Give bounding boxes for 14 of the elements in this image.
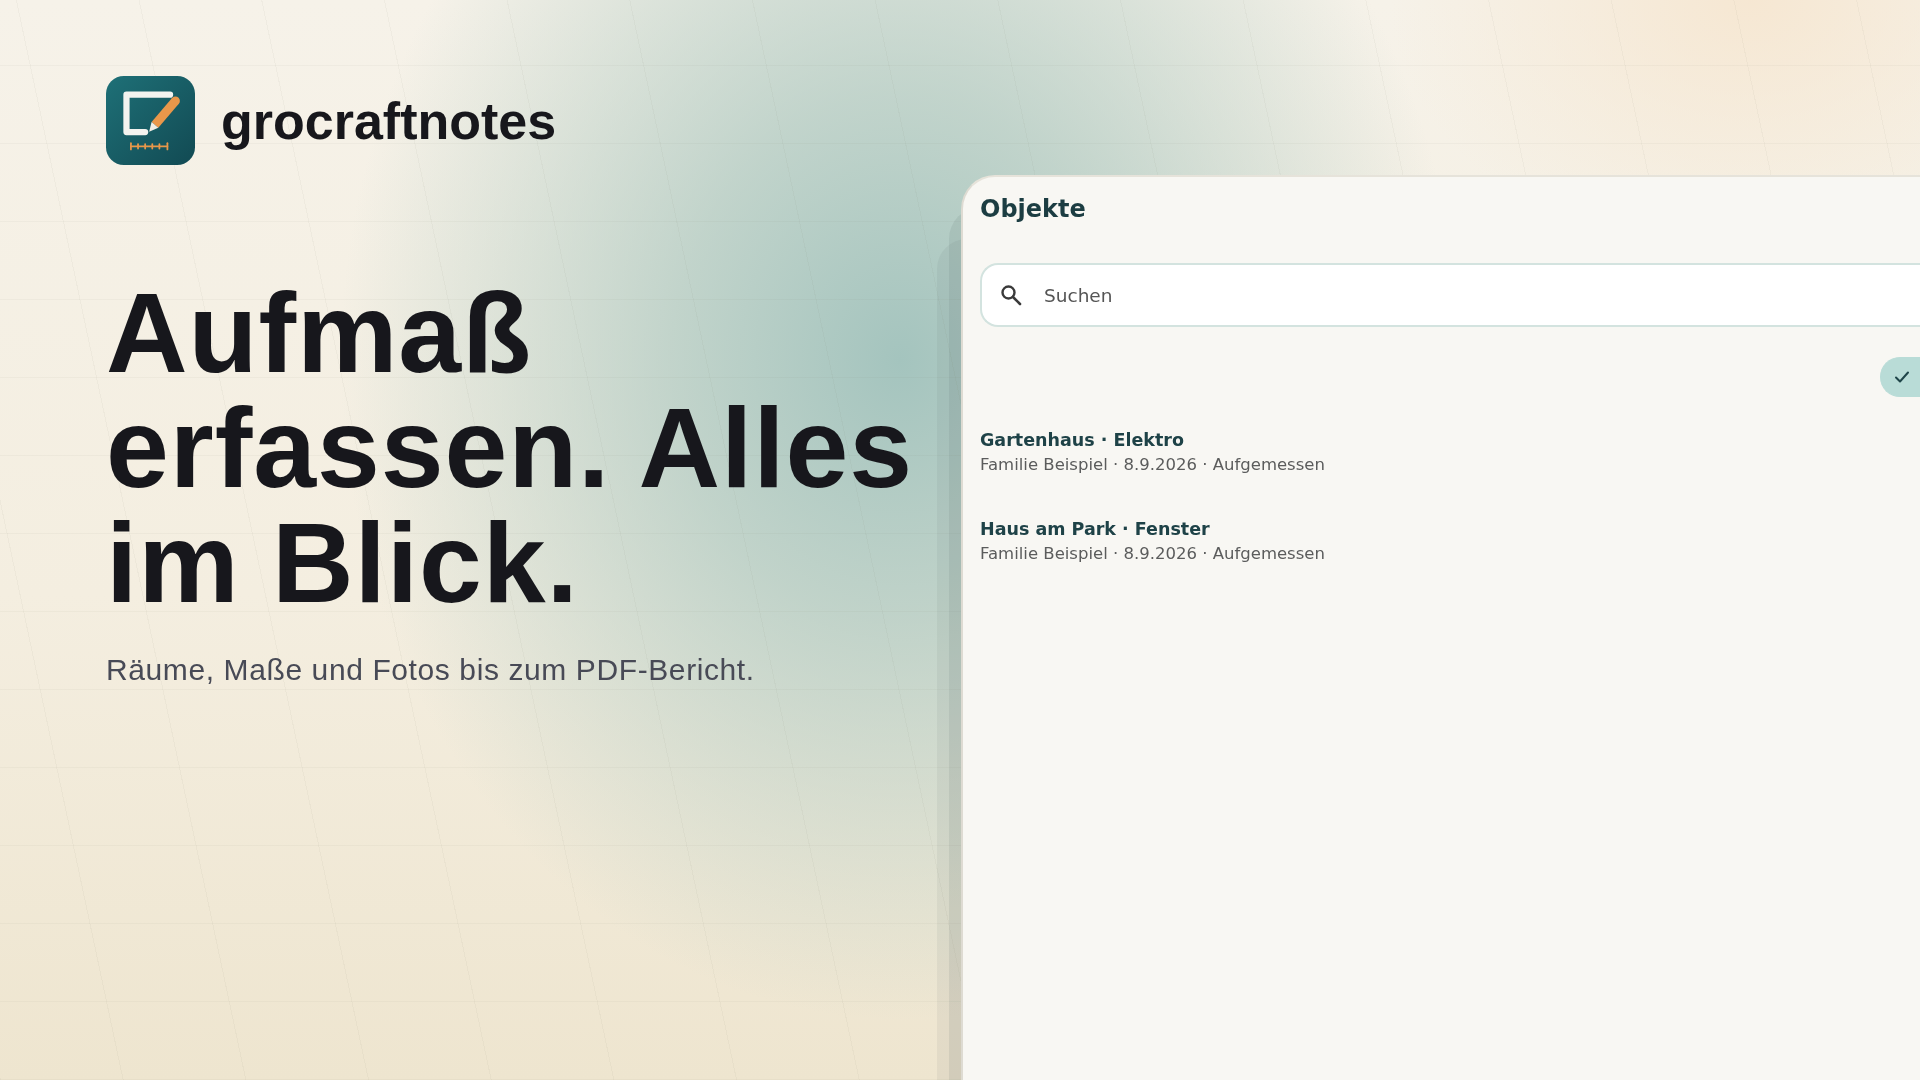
item-details: Familie Beispiel · 8.9.2026 · Aufgemessen bbox=[980, 543, 1325, 565]
app-logo-icon bbox=[106, 76, 195, 165]
item-details: Familie Beispiel · 8.9.2026 · Aufgemessen bbox=[980, 454, 1325, 476]
screen-title: Objekte bbox=[980, 194, 1086, 225]
item-title: Gartenhaus · Elektro bbox=[980, 429, 1185, 452]
brand-name: grocraftnotes bbox=[221, 90, 557, 152]
search-field[interactable]: Suchen bbox=[980, 263, 1920, 327]
hero-subtitle: Räume, Maße und Fotos bis zum PDF-Bericht. bbox=[106, 652, 756, 688]
filter-chip[interactable] bbox=[1880, 357, 1920, 397]
search-icon bbox=[999, 283, 1023, 307]
list-item[interactable]: Haus am Park · Fenster Familie Beispiel · 8.9.2026 · Aufgemessen bbox=[980, 517, 1325, 565]
list-item[interactable]: Gartenhaus · Elektro Familie Beispiel · 8.9.2026 · Aufgemessen bbox=[980, 428, 1325, 476]
hero-headline: Aufmaß erfassen. Alles im Blick. bbox=[106, 276, 915, 621]
item-title: Haus am Park · Fenster bbox=[980, 518, 1211, 541]
